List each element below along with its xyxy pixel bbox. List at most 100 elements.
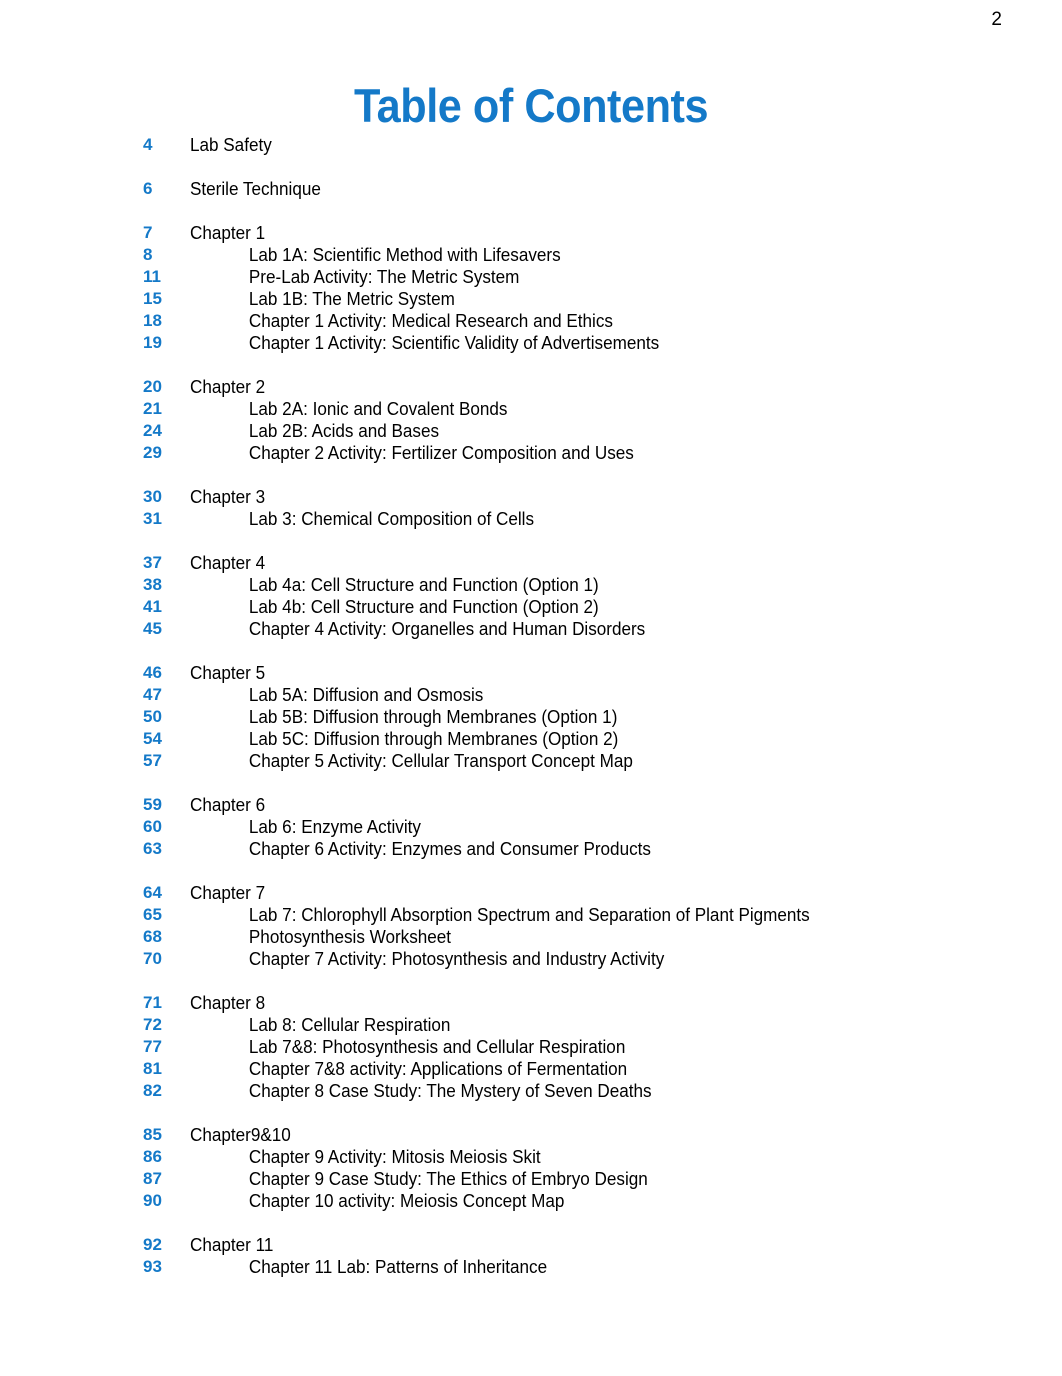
toc-entry-chapter[interactable]: 7 Chapter 1 bbox=[143, 222, 1003, 244]
toc-entry-sub[interactable]: 11 Pre-Lab Activity: The Metric System bbox=[143, 266, 1003, 288]
toc-entry-sub[interactable]: 45 Chapter 4 Activity: Organelles and Hum… bbox=[143, 618, 1003, 640]
toc-entry-label: Chapter 5 bbox=[190, 663, 266, 683]
toc-entry-chapter[interactable]: 92 Chapter 11 bbox=[143, 1234, 1003, 1256]
toc-entry-page-number: 19 bbox=[143, 333, 162, 352]
toc-entry-label: Photosynthesis Worksheet bbox=[248, 927, 452, 947]
toc-entry-page-number: 11 bbox=[143, 267, 161, 286]
toc-entry-page-number: 29 bbox=[143, 443, 162, 462]
toc-entry-sub[interactable]: 87 Chapter 9 Case Study: The Ethics of Em… bbox=[143, 1168, 1003, 1190]
toc-entry-sub[interactable]: 81 Chapter 7&8 activity: Applications of … bbox=[143, 1058, 1003, 1080]
toc-entry-sub[interactable]: 21 Lab 2A: Ionic and Covalent Bonds bbox=[143, 398, 1003, 420]
toc-entry-label: Chapter 9 Activity: Mitosis Meiosis Skit bbox=[248, 1147, 541, 1167]
toc-entry-page-number: 68 bbox=[143, 927, 162, 946]
toc-entry-sub[interactable]: 72 Lab 8: Cellular Respiration bbox=[143, 1014, 1003, 1036]
toc-entry-label: Lab 3: Chemical Composition of Cells bbox=[248, 509, 535, 529]
toc-entry-page-number: 82 bbox=[143, 1081, 162, 1100]
toc-entry-sub[interactable]: 86 Chapter 9 Activity: Mitosis Meiosis Sk… bbox=[143, 1146, 1003, 1168]
toc-entry-label: Chapter 11 Lab: Patterns of Inheritance bbox=[248, 1257, 548, 1277]
toc-entry-label: Lab 5A: Diffusion and Osmosis bbox=[248, 685, 484, 705]
toc-entry-label: Chapter9&10 bbox=[190, 1125, 291, 1145]
toc-entry-sub[interactable]: 38 Lab 4a: Cell Structure and Function (O… bbox=[143, 574, 1003, 596]
toc-entry-label: Lab 4a: Cell Structure and Function (Opt… bbox=[248, 575, 599, 595]
toc-entry-page-number: 8 bbox=[143, 245, 153, 264]
toc-entry-page-number: 47 bbox=[143, 685, 162, 704]
toc-entry-page-number: 7 bbox=[143, 223, 153, 242]
toc-entry-page-number: 46 bbox=[143, 663, 162, 682]
toc-entry-chapter[interactable]: 30 Chapter 3 bbox=[143, 486, 1003, 508]
toc-entry-label: Lab 4b: Cell Structure and Function (Opt… bbox=[248, 597, 599, 617]
toc-group: 30 Chapter 3 31 Lab 3: Chemical Composition… bbox=[143, 486, 1003, 530]
toc-entry-sub[interactable]: 15 Lab 1B: The Metric System bbox=[143, 288, 1003, 310]
toc-entry-sub[interactable]: 70 Chapter 7 Activity: Photosynthesis and… bbox=[143, 948, 1003, 970]
toc-entry-sub[interactable]: 24 Lab 2B: Acids and Bases bbox=[143, 420, 1003, 442]
toc-group: 37 Chapter 4 38 Lab 4a: Cell Structure and … bbox=[143, 552, 1003, 640]
toc-entry-page-number: 71 bbox=[143, 993, 162, 1012]
toc-entry-label: Chapter 2 bbox=[190, 377, 266, 397]
toc-entry-sub[interactable]: 93 Chapter 11 Lab: Patterns of Inheritanc… bbox=[143, 1256, 1003, 1278]
toc-group: 6 Sterile Technique bbox=[143, 178, 1003, 200]
toc-entry-sub[interactable]: 82 Chapter 8 Case Study: The Mystery of S… bbox=[143, 1080, 1003, 1102]
toc-group: 92 Chapter 11 93 Chapter 11 Lab: Patterns o… bbox=[143, 1234, 1003, 1278]
toc-entry-chapter[interactable]: 64 Chapter 7 bbox=[143, 882, 1003, 904]
toc-entry-label: Chapter 7 bbox=[190, 883, 266, 903]
toc-entry-chapter[interactable]: 85 Chapter9&10 bbox=[143, 1124, 1003, 1146]
toc-entry-sub[interactable]: 50 Lab 5B: Diffusion through Membranes (O… bbox=[143, 706, 1003, 728]
toc-entry-label: Chapter 9 Case Study: The Ethics of Embr… bbox=[248, 1169, 648, 1189]
toc-entry-label: Chapter 1 Activity: Medical Research and… bbox=[248, 311, 613, 331]
toc-entry-page-number: 86 bbox=[143, 1147, 162, 1166]
page-title: Table of Contents bbox=[353, 79, 709, 133]
toc-entry-page-number: 6 bbox=[143, 179, 153, 198]
toc-entry-label: Chapter 8 bbox=[190, 993, 266, 1013]
toc-entry-page-number: 63 bbox=[143, 839, 162, 858]
toc-entry-sub[interactable]: 57 Chapter 5 Activity: Cellular Transport… bbox=[143, 750, 1003, 772]
toc-entry-sub[interactable]: 54 Lab 5C: Diffusion through Membranes (O… bbox=[143, 728, 1003, 750]
toc-entry-sub[interactable]: 31 Lab 3: Chemical Composition of Cells bbox=[143, 508, 1003, 530]
toc-entry-page-number: 93 bbox=[143, 1257, 162, 1276]
toc-entry-page-number: 64 bbox=[143, 883, 162, 902]
toc-entry-label: Lab 2A: Ionic and Covalent Bonds bbox=[248, 399, 508, 419]
toc-entry-page-number: 60 bbox=[143, 817, 162, 836]
toc-group: 59 Chapter 6 60 Lab 6: Enzyme Activity 63 Cha… bbox=[143, 794, 1003, 860]
toc-entry-sub[interactable]: 19 Chapter 1 Activity: Scientific Validit… bbox=[143, 332, 1003, 354]
toc-entry-chapter[interactable]: 4 Lab Safety bbox=[143, 134, 1003, 156]
toc-entry-page-number: 30 bbox=[143, 487, 162, 506]
toc-entry-label: Chapter 5 Activity: Cellular Transport C… bbox=[248, 751, 633, 771]
toc-entry-label: Lab 2B: Acids and Bases bbox=[248, 421, 440, 441]
toc-entry-label: Chapter 6 Activity: Enzymes and Consumer… bbox=[248, 839, 651, 859]
toc-entry-sub[interactable]: 63 Chapter 6 Activity: Enzymes and Consum… bbox=[143, 838, 1003, 860]
toc-entry-sub[interactable]: 41 Lab 4b: Cell Structure and Function (O… bbox=[143, 596, 1003, 618]
toc-group: 7 Chapter 1 8 Lab 1A: Scientific Method wit… bbox=[143, 222, 1003, 354]
toc-entry-sub[interactable]: 8 Lab 1A: Scientific Method with Lifesave… bbox=[143, 244, 1003, 266]
toc-entry-sub[interactable]: 60 Lab 6: Enzyme Activity bbox=[143, 816, 1003, 838]
toc-entry-sub[interactable]: 90 Chapter 10 activity: Meiosis Concept M… bbox=[143, 1190, 1003, 1212]
toc-entry-label: Lab 1A: Scientific Method with Lifesaver… bbox=[248, 245, 561, 265]
toc-entry-sub[interactable]: 65 Lab 7: Chlorophyll Absorption Spectrum… bbox=[143, 904, 1003, 926]
toc-entry-page-number: 65 bbox=[143, 905, 162, 924]
toc-entry-chapter[interactable]: 37 Chapter 4 bbox=[143, 552, 1003, 574]
toc-entry-label: Lab 7: Chlorophyll Absorption Spectrum a… bbox=[248, 905, 810, 925]
toc-entry-page-number: 38 bbox=[143, 575, 162, 594]
table-of-contents-list: 4 Lab Safety 6 Sterile Technique 7 Chapter 18… bbox=[143, 134, 1003, 1278]
toc-entry-chapter[interactable]: 46 Chapter 5 bbox=[143, 662, 1003, 684]
toc-entry-sub[interactable]: 77 Lab 7&8: Photosynthesis and Cellular R… bbox=[143, 1036, 1003, 1058]
toc-entry-label: Chapter 1 bbox=[190, 223, 266, 243]
toc-entry-sub[interactable]: 68 Photosynthesis Worksheet bbox=[143, 926, 1003, 948]
toc-entry-chapter[interactable]: 20 Chapter 2 bbox=[143, 376, 1003, 398]
toc-entry-page-number: 54 bbox=[143, 729, 162, 748]
toc-entry-label: Chapter 7&8 activity: Applications of Fe… bbox=[248, 1059, 628, 1079]
toc-entry-label: Chapter 1 Activity: Scientific Validity … bbox=[248, 333, 660, 353]
toc-entry-sub[interactable]: 47 Lab 5A: Diffusion and Osmosis bbox=[143, 684, 1003, 706]
toc-entry-chapter[interactable]: 6 Sterile Technique bbox=[143, 178, 1003, 200]
toc-entry-page-number: 4 bbox=[143, 135, 153, 154]
toc-entry-page-number: 70 bbox=[143, 949, 162, 968]
toc-entry-sub[interactable]: 18 Chapter 1 Activity: Medical Research a… bbox=[143, 310, 1003, 332]
toc-entry-page-number: 21 bbox=[143, 399, 162, 418]
toc-entry-page-number: 57 bbox=[143, 751, 162, 770]
toc-entry-label: Pre-Lab Activity: The Metric System bbox=[248, 267, 520, 287]
toc-entry-label: Chapter 4 bbox=[190, 553, 266, 573]
toc-entry-label: Lab 8: Cellular Respiration bbox=[248, 1015, 451, 1035]
toc-entry-sub[interactable]: 29 Chapter 2 Activity: Fertilizer Composi… bbox=[143, 442, 1003, 464]
toc-entry-chapter[interactable]: 59 Chapter 6 bbox=[143, 794, 1003, 816]
toc-entry-chapter[interactable]: 71 Chapter 8 bbox=[143, 992, 1003, 1014]
toc-group: 71 Chapter 8 72 Lab 8: Cellular Respiration… bbox=[143, 992, 1003, 1102]
